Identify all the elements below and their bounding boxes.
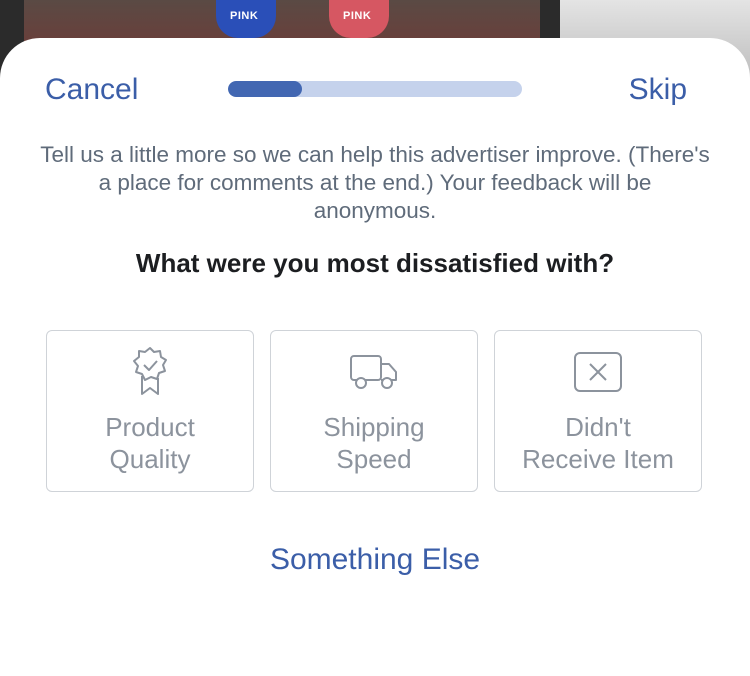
- x-box-icon: [495, 347, 701, 397]
- option-label: Shipping Speed: [323, 412, 425, 474]
- sock-text: PINK: [343, 10, 372, 22]
- question-heading: What were you most dissatisfied with?: [135, 248, 615, 278]
- sock-text: PINK: [230, 10, 259, 22]
- skip-button[interactable]: Skip: [629, 73, 687, 107]
- something-else-button[interactable]: Something Else: [0, 543, 750, 577]
- sock-image: PINK: [329, 0, 389, 38]
- delivery-truck-icon: [271, 347, 477, 397]
- option-shipping-speed[interactable]: Shipping Speed: [270, 330, 478, 492]
- award-ribbon-icon: [47, 347, 253, 397]
- sock-image: PINK: [216, 0, 276, 38]
- cancel-button[interactable]: Cancel: [45, 73, 138, 107]
- option-label: Product Quality: [105, 412, 195, 474]
- intro-text: Tell us a little more so we can help thi…: [40, 142, 710, 223]
- progress-bar-fill: [228, 81, 302, 97]
- options-grid: Product Quality Shipping Speed Didn't Re…: [46, 330, 704, 494]
- option-label: Didn't Receive Item: [522, 412, 674, 474]
- option-didnt-receive-item[interactable]: Didn't Receive Item: [494, 330, 702, 492]
- option-product-quality[interactable]: Product Quality: [46, 330, 254, 492]
- feedback-sheet: Cancel Skip Tell us a little more so we …: [0, 38, 750, 676]
- progress-bar: [228, 81, 522, 97]
